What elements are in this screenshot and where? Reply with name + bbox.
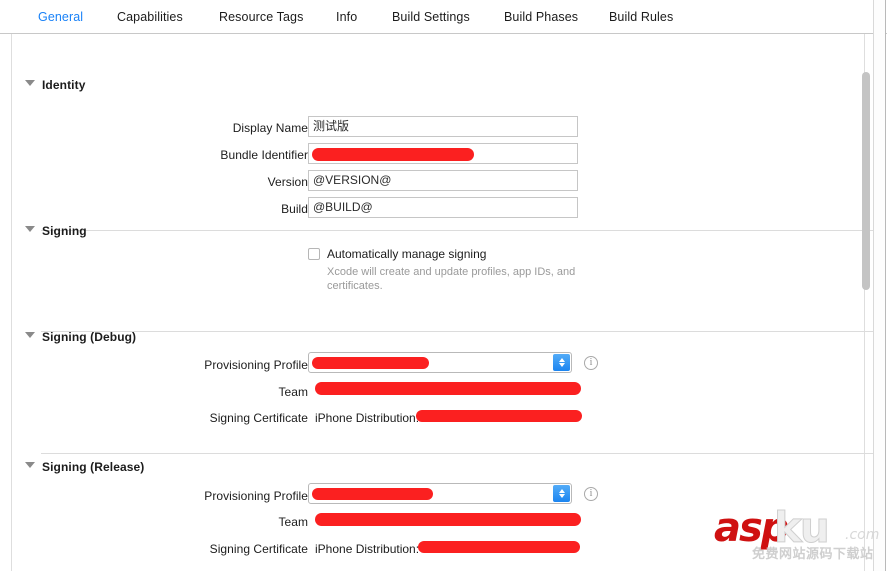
redaction-debug-provisioning-profile [312,357,429,369]
divider-signing [41,331,877,332]
divider-identity [41,230,877,231]
tab-info[interactable]: Info [336,10,357,24]
input-display-name[interactable]: 测试版 [308,116,578,137]
label-debug-team: Team [278,385,308,399]
label-automatically-manage-signing: Automatically manage signing [327,247,487,261]
editor-scroll-area[interactable]: Identity Display Name 测试版 Bundle Identif… [0,34,887,571]
tab-build-rules[interactable]: Build Rules [609,10,673,24]
label-release-signing-certificate: Signing Certificate [209,542,308,556]
tab-build-phases[interactable]: Build Phases [504,10,578,24]
value-release-signing-certificate: iPhone Distribution: [315,542,420,556]
editor-tab-bar: General Capabilities Resource Tags Info … [0,0,887,34]
tab-resource-tags[interactable]: Resource Tags [219,10,303,24]
general-settings-panel: Identity Display Name 测试版 Bundle Identif… [11,34,877,571]
xcode-project-editor: General Capabilities Resource Tags Info … [0,0,887,571]
input-build[interactable]: @BUILD@ [308,197,578,218]
redaction-release-signing-certificate [418,541,580,553]
redaction-bundle-identifier [312,148,474,161]
section-title-signing: Signing [42,224,87,238]
window-right-inner-border [873,0,874,571]
tab-general[interactable]: General [38,10,83,24]
tab-capabilities[interactable]: Capabilities [117,10,183,24]
tab-build-settings[interactable]: Build Settings [392,10,470,24]
release-provisioning-info-circle-icon[interactable]: i [584,487,598,501]
section-title-signing-debug: Signing (Debug) [42,330,137,344]
window-right-outer-border [885,0,886,571]
section-title-identity: Identity [42,78,86,92]
debug-provisioning-info-circle-icon[interactable]: i [584,356,598,370]
redaction-release-team [315,513,581,526]
signing-disclosure-triangle-icon[interactable] [25,226,35,232]
label-debug-provisioning-profile: Provisioning Profile [204,358,308,372]
identity-disclosure-triangle-icon[interactable] [25,80,35,86]
signing-debug-disclosure-triangle-icon[interactable] [25,332,35,338]
help-automatically-manage-signing: Xcode will create and update profiles, a… [327,266,576,292]
label-bundle-identifier: Bundle Identifier [220,148,308,162]
label-build: Build [281,202,308,216]
value-debug-signing-certificate: iPhone Distribution: [315,411,420,425]
window-right-gutter [874,0,885,571]
label-release-team: Team [278,515,308,529]
vertical-scrollbar-thumb[interactable] [862,72,870,290]
redaction-release-provisioning-profile [312,488,433,500]
redaction-debug-team [315,382,581,395]
checkbox-automatically-manage-signing[interactable] [308,248,320,260]
label-debug-signing-certificate: Signing Certificate [209,411,308,425]
redaction-debug-signing-certificate [416,410,582,422]
input-version[interactable]: @VERSION@ [308,170,578,191]
label-display-name: Display Name [232,121,308,135]
debug-provisioning-stepper-icon[interactable] [553,354,570,371]
divider-signing-debug [41,453,877,454]
release-provisioning-stepper-icon[interactable] [553,485,570,502]
label-version: Version [267,175,308,189]
section-title-signing-release: Signing (Release) [42,460,145,474]
signing-release-disclosure-triangle-icon[interactable] [25,462,35,468]
label-release-provisioning-profile: Provisioning Profile [204,489,308,503]
